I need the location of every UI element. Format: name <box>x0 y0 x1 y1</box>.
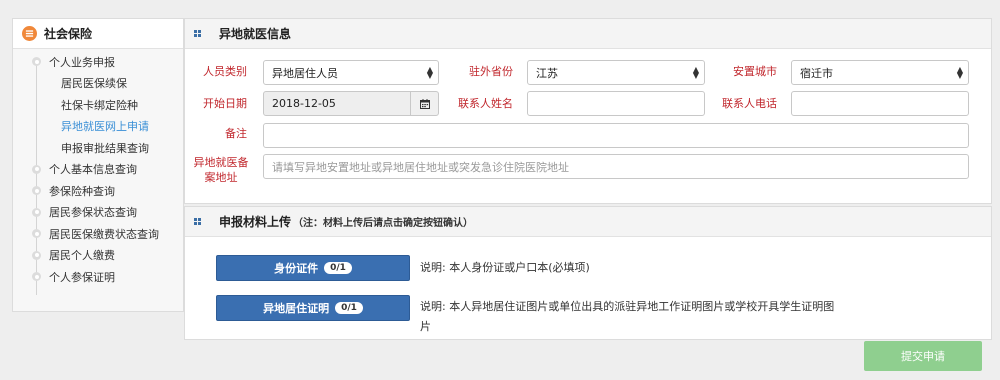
sidebar-header: 社会保险 <box>13 19 183 49</box>
sidebar-menu: 个人业务申报 居民医保续保 社保卡绑定险种 异地就医网上申请 申报审批结果查询 … <box>13 49 183 295</box>
sidebar-item-insured-status[interactable]: 居民参保状态查询 <box>13 202 183 224</box>
bullet-icon <box>32 164 41 174</box>
sidebar-title: 社会保险 <box>44 27 93 41</box>
city-select[interactable]: 宿迁市 ▲ ▼ <box>791 60 969 85</box>
bullet-icon <box>32 207 41 217</box>
address-label: 异地就医备 案地址 <box>193 156 249 184</box>
residence-proof-upload-button[interactable]: 异地居住证明 0/1 <box>216 295 410 321</box>
sidebar-item-insured-proof[interactable]: 个人参保证明 <box>13 266 183 288</box>
contact-name-label: 联系人姓名 <box>458 97 513 110</box>
bullet-icon <box>32 250 41 260</box>
id-document-upload-button[interactable]: 身份证件 0/1 <box>216 255 410 281</box>
upload-count-badge: 0/1 <box>335 302 363 314</box>
start-date-field[interactable]: 2018-12-05 <box>263 91 439 116</box>
id-document-description: 说明: 本人身份证或户口本(必填项) <box>420 261 590 274</box>
sidebar-item-remote-medical[interactable]: 异地就医网上申请 <box>13 116 183 138</box>
sidebar-item-insurance-type[interactable]: 参保险种查询 <box>13 180 183 202</box>
province-select[interactable]: 江苏 ▲ ▼ <box>527 60 705 85</box>
select-arrows-icon: ▲ ▼ <box>956 65 963 80</box>
province-label: 驻外省份 <box>469 65 513 78</box>
bullet-icon <box>32 229 41 238</box>
select-arrows-icon: ▲ ▼ <box>426 65 433 80</box>
sidebar-item-personal-business[interactable]: 个人业务申报 <box>13 51 183 73</box>
upload-count-badge: 0/1 <box>324 262 352 274</box>
residence-proof-description: 说明: 本人异地居住证图片或单位出具的派驻异地工作证明图片或学校开具学生证明图 … <box>420 300 835 333</box>
info-panel-title: 异地就医信息 <box>219 27 292 41</box>
city-label: 安置城市 <box>733 65 777 78</box>
bullet-icon <box>32 186 41 195</box>
contact-phone-label: 联系人电话 <box>722 97 777 110</box>
remark-label: 备注 <box>225 127 247 140</box>
contact-name-input[interactable] <box>527 91 705 116</box>
upload-panel-note: （注：材料上传后请点击确定按钮确认） <box>293 218 474 229</box>
bullet-icon <box>32 57 41 66</box>
info-panel: 异地就医信息 人员类别 异地居住人员 ▲ ▼ 驻外省份 江苏 ▲ ▼ 安置城市 宿迁… <box>184 18 992 204</box>
remark-input[interactable] <box>263 123 969 148</box>
person-type-select[interactable]: 异地居住人员 ▲ ▼ <box>263 60 439 85</box>
grid-icon <box>194 217 202 226</box>
upload-panel-title: 申报材料上传 <box>219 215 292 229</box>
sidebar-item-personal-payment[interactable]: 居民个人缴费 <box>13 245 183 267</box>
grid-icon <box>194 29 202 38</box>
sidebar: 社会保险 个人业务申报 居民医保续保 社保卡绑定险种 异地就医网上申请 申报审批… <box>12 18 184 312</box>
sidebar-item-approval-query[interactable]: 申报审批结果查询 <box>13 137 183 159</box>
upload-panel-header: 申报材料上传 （注：材料上传后请点击确定按钮确认） <box>185 207 991 237</box>
bullet-icon <box>32 272 41 281</box>
sidebar-item-renewal[interactable]: 居民医保续保 <box>13 73 183 95</box>
list-icon <box>22 26 37 41</box>
select-arrows-icon: ▲ ▼ <box>692 65 699 80</box>
sidebar-item-card-binding[interactable]: 社保卡绑定险种 <box>13 94 183 116</box>
calendar-icon[interactable] <box>410 92 438 115</box>
address-input[interactable]: 请填写异地安置地址或异地居住地址或突发急诊住院医院地址 <box>263 154 969 179</box>
start-date-label: 开始日期 <box>203 97 247 110</box>
contact-phone-input[interactable] <box>791 91 969 116</box>
sidebar-item-payment-status[interactable]: 居民医保缴费状态查询 <box>13 223 183 245</box>
person-type-label: 人员类别 <box>203 65 247 78</box>
sidebar-item-basic-info[interactable]: 个人基本信息查询 <box>13 159 183 181</box>
submit-button[interactable]: 提交申请 <box>864 341 982 371</box>
upload-panel: 申报材料上传 （注：材料上传后请点击确定按钮确认） 身份证件 0/1 说明: 本… <box>184 206 992 340</box>
info-panel-header: 异地就医信息 <box>185 19 991 49</box>
